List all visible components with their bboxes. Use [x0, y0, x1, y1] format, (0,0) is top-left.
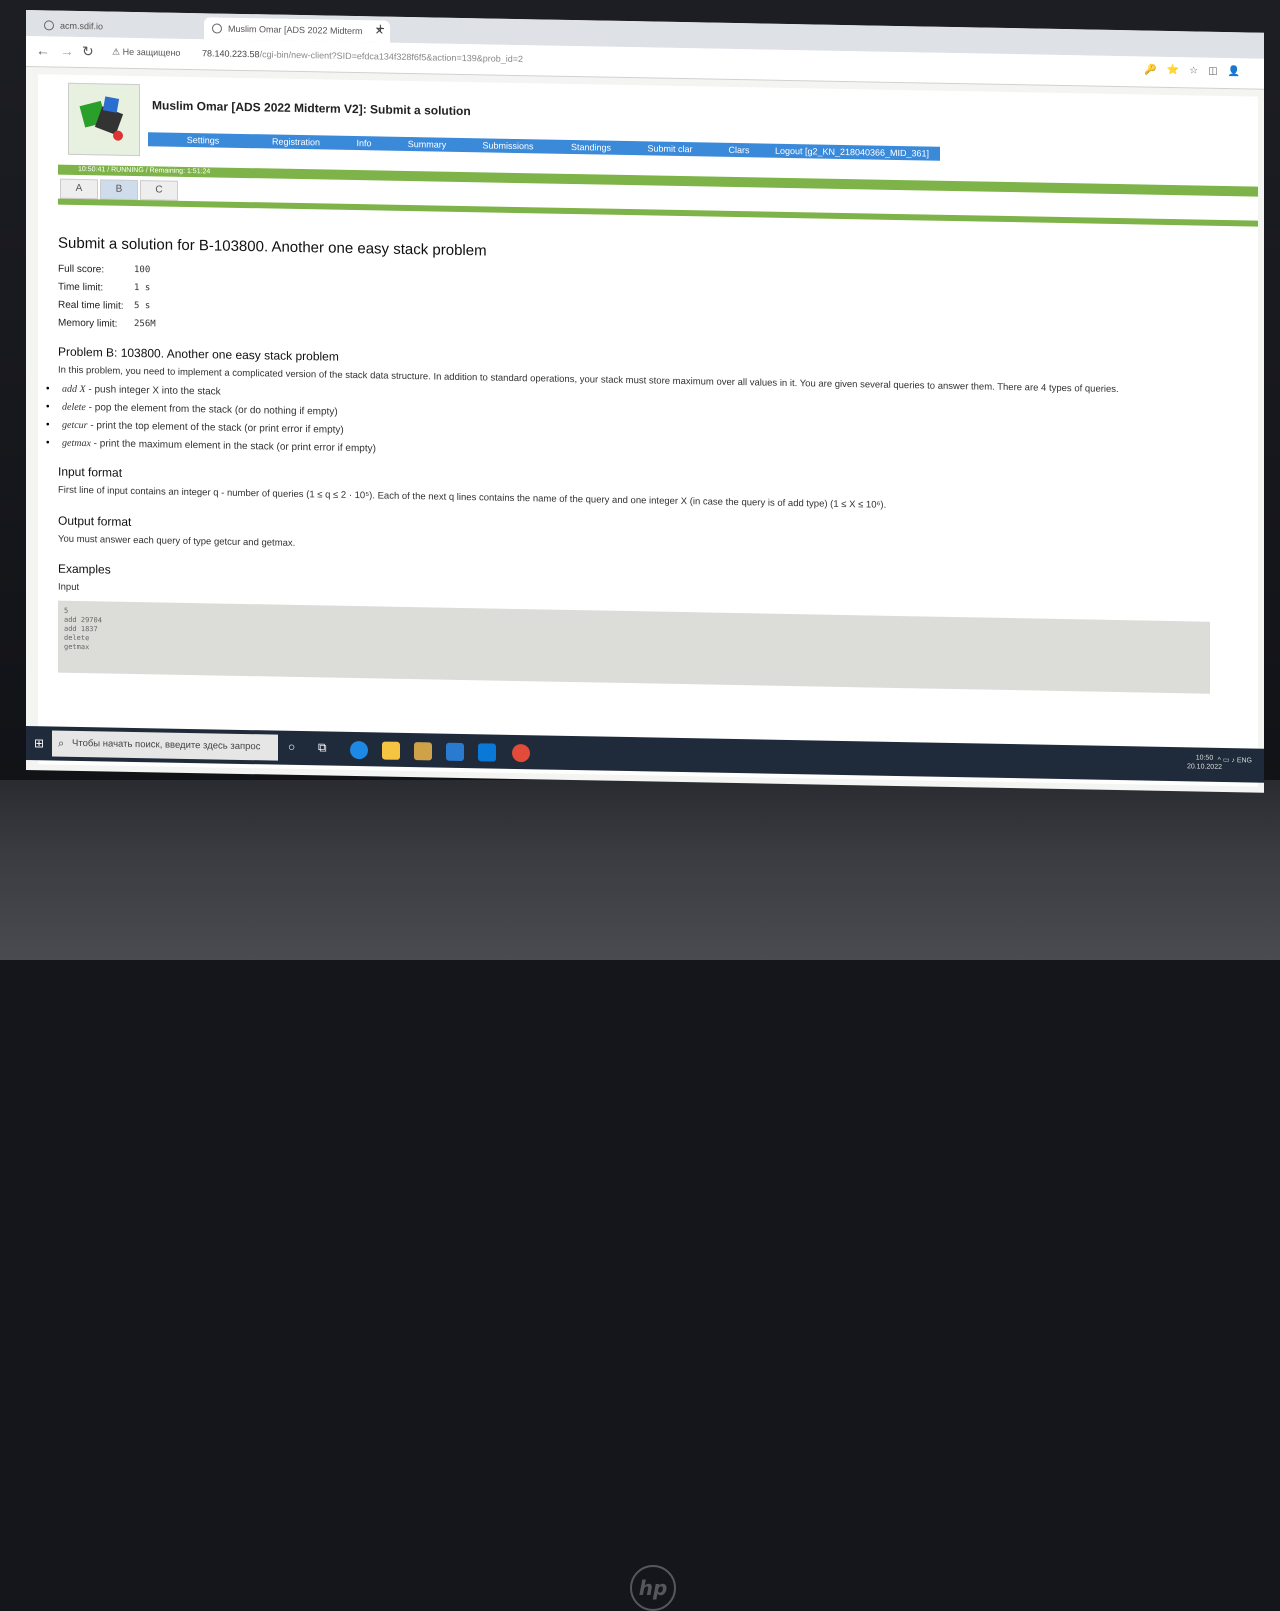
ops-list: add X - push integer X into the stack de… — [58, 383, 1238, 470]
reload-icon[interactable]: ↻ — [82, 43, 94, 60]
search-placeholder: Чтобы начать поиск, введите здесь запрос — [72, 737, 261, 753]
label: Time limit: — [58, 281, 104, 294]
menu-registration[interactable]: Registration — [258, 134, 334, 149]
divider — [58, 198, 1258, 227]
label: Memory limit: — [58, 317, 118, 330]
value: 100 — [134, 264, 151, 276]
value: 1 s — [134, 282, 151, 294]
globe-icon — [44, 20, 54, 31]
value: 256M — [134, 318, 156, 330]
task-view-icon[interactable]: ⧉ — [318, 740, 336, 758]
file-explorer-icon[interactable] — [382, 741, 400, 760]
op-name: getcur — [62, 419, 88, 431]
menu-info[interactable]: Info — [334, 136, 394, 151]
back-icon[interactable]: ← — [36, 42, 50, 58]
laptop-base: hp — [0, 780, 1280, 1611]
label: Real time limit: — [58, 299, 124, 312]
edge-icon[interactable] — [350, 740, 368, 760]
value: 5 s — [134, 300, 151, 312]
clock[interactable]: 10:50 20.10.2022 — [1187, 753, 1222, 772]
search-icon: ⌕ — [58, 737, 65, 750]
menu-settings[interactable]: Settings — [148, 132, 258, 148]
vscode-icon[interactable] — [478, 743, 496, 762]
label: Full score: — [58, 263, 105, 276]
status-text: 10:50:41 / RUNNING / Remaining: 1:51:24 — [78, 165, 211, 176]
menu-summary[interactable]: Summary — [394, 137, 460, 152]
op-desc: - print the maximum element in the stack… — [90, 438, 376, 455]
problem-tab-a[interactable]: A — [60, 178, 98, 200]
status-state: RUNNING — [111, 166, 144, 175]
new-tab-icon[interactable]: + — [376, 20, 385, 37]
tab-title: Muslim Omar [ADS 2022 Midterm — [228, 23, 363, 37]
logo-icon — [79, 96, 124, 141]
menu-submissions[interactable]: Submissions — [460, 138, 556, 154]
clock-date: 20.10.2022 — [1186, 763, 1222, 771]
status-bar: 10:50:41 / RUNNING / Remaining: 1:51:24 — [58, 164, 1258, 197]
system-tray[interactable]: ^ ▭ ♪ ENG — [1218, 756, 1252, 765]
screen: acm.sdif.io ✕ Muslim Omar [ADS 2022 Midt… — [26, 10, 1264, 793]
site-logo — [68, 82, 140, 157]
op-name: delete — [62, 401, 86, 413]
extension-icons[interactable]: 🔑⭐☆◫👤 — [1144, 64, 1250, 77]
menu-clars[interactable]: Clars — [714, 143, 764, 158]
status-remaining: Remaining: 1:51:24 — [149, 167, 211, 176]
problem-content: Submit a solution for B-103800. Another … — [58, 235, 1238, 695]
op-desc: - print the top element of the stack (or… — [87, 419, 344, 436]
taskbar-search[interactable]: ⌕ Чтобы начать поиск, введите здесь запр… — [52, 730, 278, 761]
example-input: 5 add 29704 add 1837 delete getmax — [58, 600, 1210, 694]
cortana-icon[interactable]: ○ — [288, 740, 306, 758]
op-desc: - pop the element from the stack (or do … — [85, 401, 338, 418]
problem-tab-c[interactable]: C — [140, 180, 178, 201]
url-field[interactable]: 78.140.223.58/cgi-bin/new-client?SID=efd… — [202, 48, 523, 64]
op-desc: - push integer X into the stack — [85, 383, 221, 398]
globe-icon — [212, 23, 222, 34]
windows-start-icon[interactable]: ⊞ — [34, 736, 48, 750]
problem-tab-b[interactable]: B — [100, 179, 138, 201]
problem-tabs: A B C — [60, 178, 180, 201]
main-menu: Settings Registration Info Summary Submi… — [148, 132, 940, 161]
status-time: 10:50:41 — [78, 165, 106, 174]
lang-indicator[interactable]: ENG — [1237, 757, 1252, 764]
menu-submit-clar[interactable]: Submit clar — [626, 141, 714, 157]
hp-logo: hp — [630, 1565, 676, 1611]
menu-logout[interactable]: Logout [g2_KN_218040366_MID_361] — [764, 144, 940, 161]
mail-icon[interactable] — [446, 742, 464, 762]
chrome-icon[interactable] — [512, 743, 530, 763]
store-icon[interactable] — [414, 742, 432, 761]
security-label: Не защищено — [122, 46, 181, 58]
op-name: add X — [62, 383, 86, 395]
page-title: Muslim Omar [ADS 2022 Midterm V2]: Submi… — [152, 98, 471, 119]
page: Muslim Omar [ADS 2022 Midterm V2]: Submi… — [38, 74, 1258, 787]
menu-standings[interactable]: Standings — [556, 140, 626, 155]
url-path: /cgi-bin/new-client?SID=efdca134f328f6f5… — [259, 49, 523, 65]
url-host: 78.140.223.58 — [202, 48, 260, 60]
op-name: getmax — [62, 437, 91, 450]
security-warning[interactable]: ⚠ Не защищено — [112, 47, 180, 59]
tab-title: acm.sdif.io — [60, 20, 104, 32]
forward-icon[interactable]: → — [60, 43, 74, 59]
